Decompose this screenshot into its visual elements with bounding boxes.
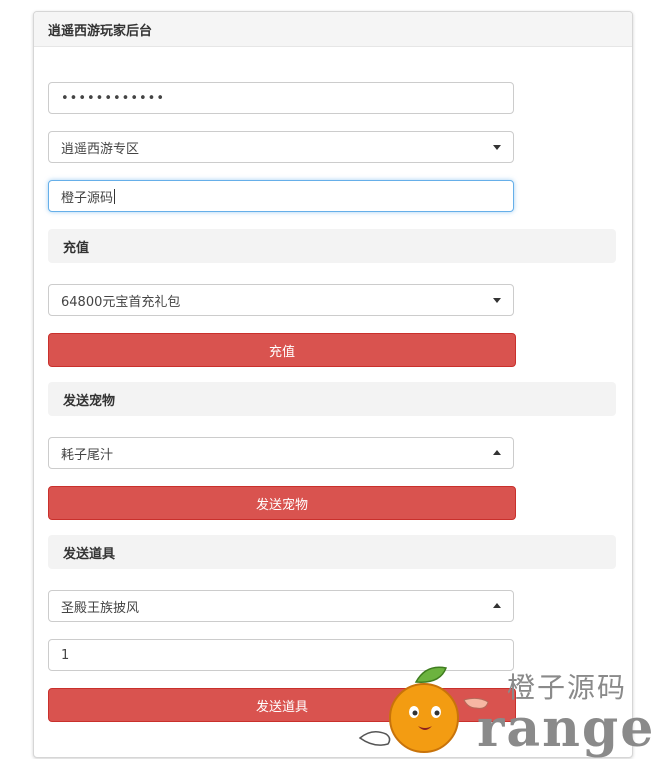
text-cursor <box>114 188 116 204</box>
recharge-button[interactable]: 充值 <box>48 333 516 367</box>
server-selected: 逍遥西游专区 <box>61 141 140 157</box>
password-value: •••••••••••• <box>61 90 166 106</box>
watermark-text-en: range <box>477 698 654 759</box>
chevron-down-icon <box>493 298 501 303</box>
item-selected: 圣殿王族披风 <box>61 600 140 616</box>
chevron-up-icon <box>493 603 501 608</box>
chevron-down-icon <box>493 145 501 150</box>
recharge-package-selected: 64800元宝首充礼包 <box>61 294 181 310</box>
panel-title: 逍遥西游玩家后台 <box>34 12 632 47</box>
item-quantity-value: 1 <box>61 647 70 663</box>
pet-selected: 耗子尾汁 <box>61 447 114 463</box>
section-item-heading: 发送道具 <box>48 535 616 569</box>
section-recharge-heading: 充值 <box>48 229 616 263</box>
send-pet-button[interactable]: 发送宠物 <box>48 486 516 520</box>
password-field[interactable]: •••••••••••• <box>48 82 514 114</box>
player-name-value: 橙子源码 <box>61 190 114 206</box>
server-select[interactable]: 逍遥西游专区 <box>48 131 514 163</box>
recharge-package-select[interactable]: 64800元宝首充礼包 <box>48 284 514 316</box>
chevron-up-icon <box>493 450 501 455</box>
watermark-logo: 橙子源码 range <box>352 660 653 759</box>
admin-panel: 逍遥西游玩家后台 •••••••••••• 逍遥西游专区 橙子源码 充值 648… <box>33 11 633 758</box>
item-select[interactable]: 圣殿王族披风 <box>48 590 514 622</box>
player-name-input[interactable]: 橙子源码 <box>48 180 514 212</box>
pet-select[interactable]: 耗子尾汁 <box>48 437 514 469</box>
section-pet-heading: 发送宠物 <box>48 382 616 416</box>
